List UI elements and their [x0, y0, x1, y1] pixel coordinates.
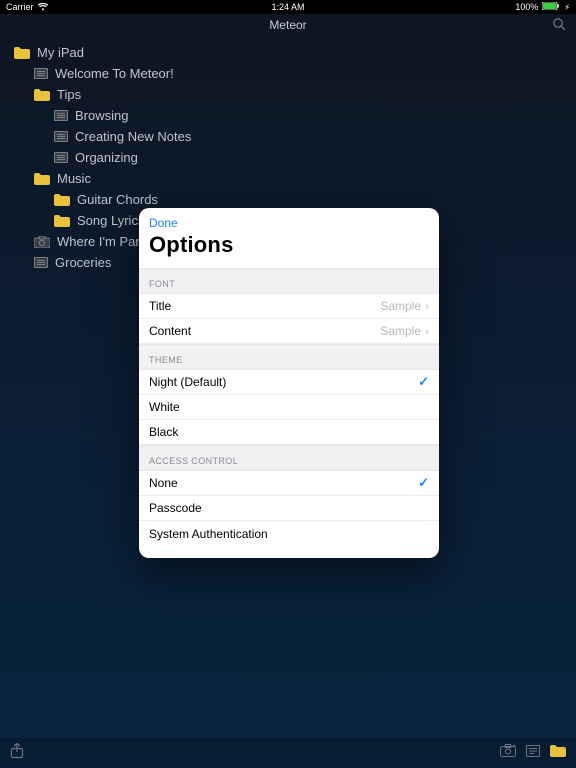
cell-theme-night[interactable]: Night (Default) ✓: [139, 370, 439, 395]
cell-label: Passcode: [149, 501, 202, 515]
cell-value: Sample: [380, 299, 421, 313]
section-header-access: ACCESS CONTROL: [139, 445, 439, 471]
cell-label: System Authentication: [149, 527, 268, 541]
cell-font-content[interactable]: Content Sample ›: [139, 319, 439, 344]
options-sheet: Done Options FONT Title Sample › Content…: [139, 208, 439, 558]
cell-label: Night (Default): [149, 375, 226, 389]
chevron-right-icon: ›: [425, 324, 429, 338]
checkmark-icon: ✓: [418, 374, 429, 390]
chevron-right-icon: ›: [425, 299, 429, 313]
cell-access-passcode[interactable]: Passcode: [139, 496, 439, 521]
cell-font-title[interactable]: Title Sample ›: [139, 294, 439, 319]
cell-label: White: [149, 400, 180, 414]
cell-label: Black: [149, 425, 178, 439]
cell-value: Sample: [380, 324, 421, 338]
cell-access-system[interactable]: System Authentication: [139, 521, 439, 546]
cell-label: None: [149, 476, 178, 490]
sheet-title: Options: [139, 226, 439, 268]
cell-label: Title: [149, 299, 171, 313]
sheet-nav: Done: [139, 208, 439, 226]
checkmark-icon: ✓: [418, 475, 429, 491]
cell-access-none[interactable]: None ✓: [139, 471, 439, 496]
section-header-font: FONT: [139, 268, 439, 294]
cell-theme-black[interactable]: Black: [139, 420, 439, 445]
done-button[interactable]: Done: [149, 216, 178, 230]
section-header-theme: THEME: [139, 344, 439, 370]
cell-label: Content: [149, 324, 191, 338]
cell-theme-white[interactable]: White: [139, 395, 439, 420]
